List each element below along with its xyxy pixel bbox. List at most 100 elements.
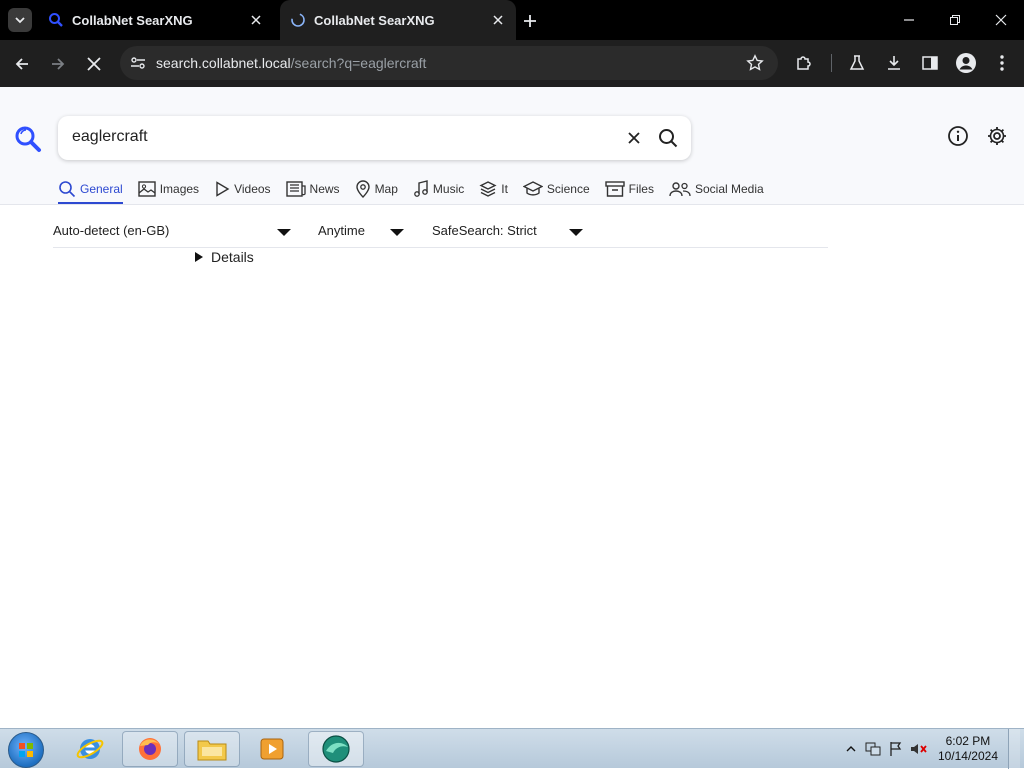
info-icon[interactable]: [947, 125, 969, 147]
minimize-button[interactable]: [886, 0, 932, 40]
details-label: Details: [211, 249, 254, 265]
toolbar-divider: [831, 54, 832, 72]
tab-news[interactable]: News: [285, 178, 340, 200]
back-button[interactable]: [8, 50, 36, 78]
url-text: search.collabnet.local/search?q=eaglercr…: [156, 55, 426, 71]
loading-favicon-icon: [291, 13, 305, 27]
taskbar-firefox[interactable]: [122, 731, 178, 767]
stop-loading-button[interactable]: [80, 50, 108, 78]
search-input[interactable]: eaglercraft: [72, 128, 148, 146]
clear-search-icon[interactable]: [624, 128, 644, 148]
start-button[interactable]: [8, 732, 44, 768]
volume-muted-icon[interactable]: [910, 741, 928, 757]
side-panel-icon: [922, 56, 938, 70]
search-box: eaglercraft: [58, 116, 691, 160]
show-hidden-icons-icon[interactable]: [846, 744, 856, 754]
labs-button[interactable]: [843, 49, 871, 77]
tab-images[interactable]: Images: [138, 178, 199, 200]
safesearch-dropdown-arrow-icon[interactable]: [569, 229, 583, 236]
download-icon: [888, 56, 900, 70]
tab-label: News: [309, 182, 340, 196]
gear-icon[interactable]: [986, 125, 1008, 147]
people-icon: [669, 182, 691, 197]
bookmark-star-icon[interactable]: [746, 54, 764, 72]
clock-date: 10/14/2024: [937, 749, 998, 763]
close-tab-icon[interactable]: [248, 12, 264, 28]
taskbar-media-player[interactable]: [244, 731, 300, 767]
search-filters: Auto-detect (en-GB) Anytime SafeSearch: …: [53, 220, 828, 248]
tab-videos[interactable]: Videos: [214, 178, 271, 200]
close-icon: [995, 14, 1007, 26]
search-icon: [59, 181, 76, 198]
tab-label: Music: [432, 182, 465, 196]
taskbar-browser-app[interactable]: [308, 731, 364, 767]
arrow-left-icon: [15, 58, 28, 70]
clock-time: 6:02 PM: [945, 734, 991, 748]
tab-it[interactable]: It: [479, 178, 508, 200]
safesearch-select[interactable]: SafeSearch: Strict: [432, 223, 537, 238]
new-tab-button[interactable]: [519, 10, 541, 32]
kebab-menu-icon: [1000, 55, 1004, 71]
clock[interactable]: 6:02 PM 10/14/2024: [938, 734, 998, 764]
taskbar-internet-explorer[interactable]: [62, 731, 118, 767]
restore-button[interactable]: [932, 0, 978, 40]
tab-map[interactable]: Map: [355, 178, 398, 200]
system-tray: 6:02 PM 10/14/2024: [846, 729, 1020, 769]
image-icon: [138, 181, 156, 197]
language-dropdown-arrow-icon[interactable]: [277, 229, 291, 236]
address-bar[interactable]: search.collabnet.local/search?q=eaglercr…: [120, 46, 778, 80]
site-info-icon[interactable]: [128, 53, 148, 73]
side-panel-button[interactable]: [916, 49, 944, 77]
tab-label: Science: [546, 182, 590, 196]
folder-icon: [197, 740, 227, 761]
close-window-button[interactable]: [978, 0, 1024, 40]
music-note-icon: [414, 180, 428, 197]
forward-button[interactable]: [44, 50, 72, 78]
show-desktop-button[interactable]: [1008, 729, 1020, 769]
tab-search-button[interactable]: [8, 8, 32, 32]
extensions-button[interactable]: [790, 49, 818, 77]
tab-1[interactable]: CollabNet SearXNG: [38, 0, 274, 40]
windows-logo-icon: [19, 743, 33, 757]
page-content: eaglercraft General Images Videos News M…: [0, 87, 1024, 728]
tab-2[interactable]: CollabNet SearXNG: [280, 0, 516, 40]
internet-explorer-icon: [76, 739, 104, 759]
school-icon: [522, 181, 543, 196]
language-select[interactable]: Auto-detect (en-GB): [53, 223, 169, 238]
plus-icon: [524, 15, 536, 27]
tab-label: General: [80, 182, 123, 196]
tab-label: Map: [374, 182, 398, 196]
network-icon[interactable]: [864, 741, 882, 757]
category-tabs: General Images Videos News Map Music It …: [58, 178, 779, 204]
search-icon[interactable]: [656, 126, 680, 150]
taskbar-file-explorer[interactable]: [184, 731, 240, 767]
details-toggle[interactable]: Details: [195, 249, 254, 265]
tab-social-media[interactable]: Social Media: [669, 178, 764, 200]
tab-science[interactable]: Science: [522, 178, 590, 200]
flask-icon: [849, 55, 865, 70]
url-host: search.collabnet.local: [156, 55, 291, 71]
close-tab-icon[interactable]: [490, 12, 506, 28]
action-center-flag-icon[interactable]: [888, 741, 904, 757]
time-range-select[interactable]: Anytime: [318, 223, 365, 238]
browser-app-icon: [322, 735, 350, 763]
profile-button[interactable]: [952, 49, 980, 77]
tab-general[interactable]: General: [58, 178, 123, 204]
play-icon: [216, 181, 230, 197]
searxng-logo-icon[interactable]: [14, 125, 42, 153]
chevron-down-icon: [15, 17, 25, 24]
minimize-icon: [904, 19, 914, 21]
time-range-dropdown-arrow-icon[interactable]: [390, 229, 404, 236]
tab-music[interactable]: Music: [413, 178, 464, 200]
menu-button[interactable]: [988, 49, 1016, 77]
disclosure-triangle-icon: [195, 252, 203, 262]
browser-chrome: CollabNet SearXNG CollabNet SearXNG sear…: [0, 0, 1024, 87]
media-player-icon: [260, 738, 284, 760]
puzzle-icon: [797, 56, 811, 70]
tab-files[interactable]: Files: [604, 178, 654, 200]
searxng-favicon-icon: [49, 13, 63, 27]
map-pin-icon: [355, 180, 370, 198]
tab-strip: CollabNet SearXNG CollabNet SearXNG: [0, 0, 1024, 40]
downloads-button[interactable]: [880, 49, 908, 77]
newspaper-icon: [285, 181, 306, 197]
